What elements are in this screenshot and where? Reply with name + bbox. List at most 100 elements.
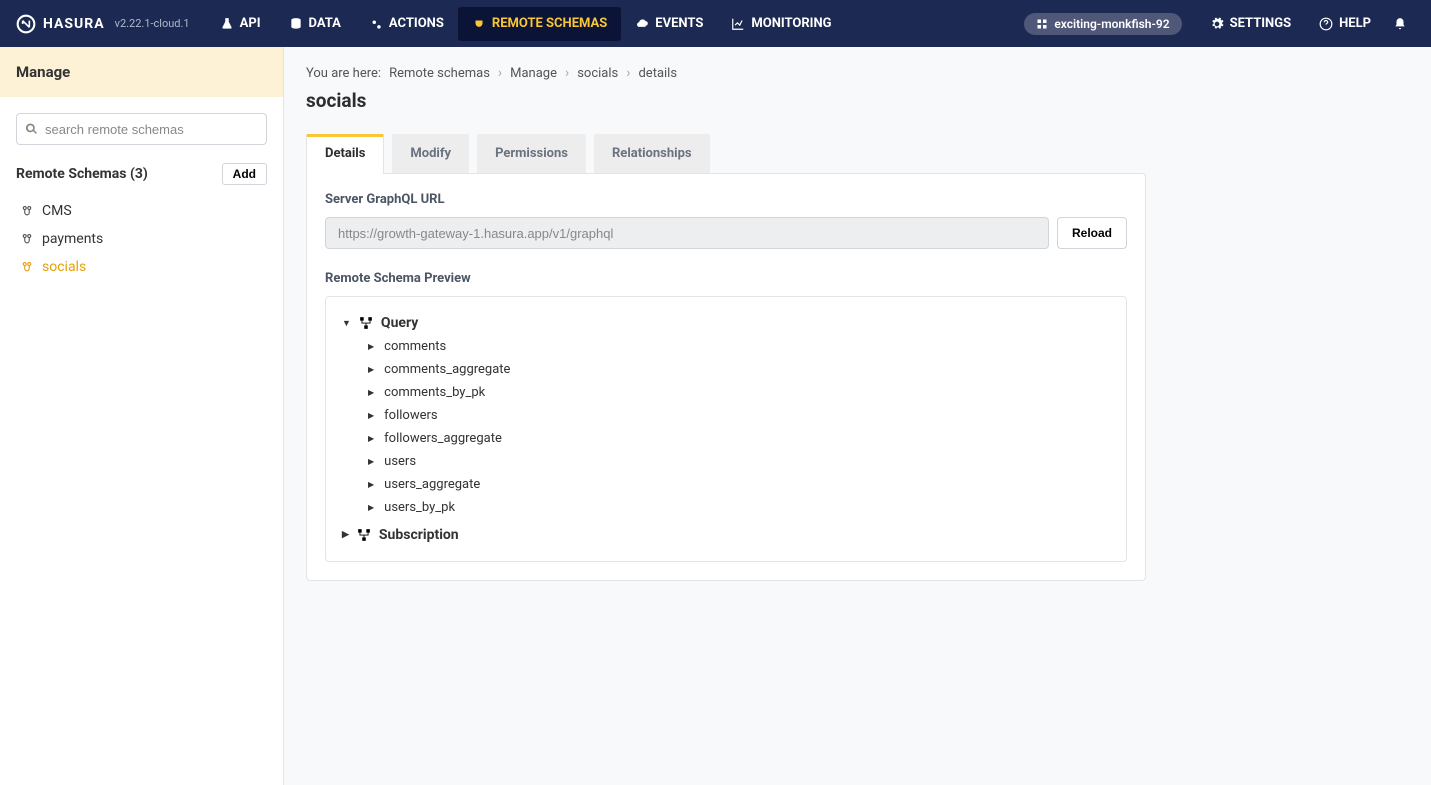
main-content: You are here: Remote schemas › Manage › …	[284, 47, 1431, 785]
search-input[interactable]	[16, 113, 267, 145]
tree-leaf-followers_aggregate[interactable]: ▶ followers_aggregate	[368, 427, 1110, 450]
sidebar-item-socials[interactable]: socials	[16, 253, 267, 281]
url-section-label: Server GraphQL URL	[325, 192, 1127, 207]
caret-icon: ▶	[368, 503, 374, 512]
branch-icon	[22, 205, 32, 217]
schema-tree: ▼ Query ▶ comments ▶ comments_aggregate ▶ comme…	[342, 311, 1110, 547]
breadcrumb-remote-schemas[interactable]: Remote schemas	[389, 66, 490, 81]
schemas-count-label: Remote Schemas (3)	[16, 166, 148, 182]
page-title: socials	[306, 89, 1409, 112]
type-icon	[359, 316, 373, 330]
sidebar-title: Manage	[16, 63, 267, 81]
tree-root-label: Subscription	[379, 527, 459, 543]
nav-help[interactable]: HELP	[1305, 7, 1385, 41]
breadcrumb-prefix: You are here:	[306, 66, 381, 81]
caret-icon: ▶	[368, 411, 374, 420]
reload-button[interactable]: Reload	[1057, 217, 1127, 249]
sidebar-header: Manage	[0, 47, 283, 97]
flask-icon	[220, 17, 234, 31]
tab-details[interactable]: Details	[306, 134, 384, 174]
tree-root-subscription[interactable]: ▶ Subscription	[342, 527, 1110, 543]
nav-monitoring[interactable]: MONITORING	[717, 7, 845, 41]
tree-leaf-comments_aggregate[interactable]: ▶ comments_aggregate	[368, 358, 1110, 381]
tree-leaf-label: comments	[384, 339, 446, 354]
question-icon	[1319, 17, 1333, 31]
search-icon	[25, 123, 38, 136]
breadcrumb-socials[interactable]: socials	[577, 66, 618, 81]
type-icon	[357, 528, 371, 542]
nav-settings[interactable]: SETTINGS	[1196, 7, 1306, 41]
sidebar: Manage Remote Schemas (3) Add CMS payment…	[0, 47, 284, 785]
sidebar-item-label: payments	[42, 231, 103, 247]
caret-icon: ▶	[368, 365, 374, 374]
add-schema-button[interactable]: Add	[222, 163, 267, 185]
schema-preview-box: ▼ Query ▶ comments ▶ comments_aggregate ▶ comme…	[325, 296, 1127, 562]
branch-icon	[22, 261, 32, 273]
tree-root-label: Query	[381, 315, 418, 331]
nav-items: API DATA ACTIONS REMOTE SCHEMAS EVENTS M…	[206, 7, 846, 41]
tree-leaf-comments_by_pk[interactable]: ▶ comments_by_pk	[368, 381, 1110, 404]
caret-icon: ▶	[368, 342, 374, 351]
breadcrumb-manage[interactable]: Manage	[510, 66, 557, 81]
chart-icon	[731, 17, 745, 31]
nav-actions[interactable]: ACTIONS	[355, 7, 458, 41]
branch-icon	[22, 233, 32, 245]
tabs-bar: DetailsModifyPermissionsRelationships	[306, 134, 1409, 173]
tree-leaf-label: followers	[384, 408, 437, 423]
schema-list: CMS payments socials	[16, 197, 267, 281]
sidebar-item-cms[interactable]: CMS	[16, 197, 267, 225]
plug-icon	[472, 17, 486, 31]
chevron-right-icon: ›	[498, 65, 502, 81]
tree-root-query[interactable]: ▼ Query	[342, 315, 1110, 331]
hasura-logo-icon	[16, 14, 36, 34]
sidebar-item-payments[interactable]: payments	[16, 225, 267, 253]
sidebar-item-label: CMS	[42, 203, 72, 219]
chevron-right-icon: ›	[565, 65, 569, 81]
nav-api[interactable]: API	[206, 7, 275, 41]
project-chip[interactable]: exciting-monkfish-92	[1024, 13, 1181, 35]
project-name: exciting-monkfish-92	[1054, 17, 1169, 31]
tree-leaf-users_aggregate[interactable]: ▶ users_aggregate	[368, 473, 1110, 496]
gear-icon	[1210, 17, 1224, 31]
tree-leaf-label: followers_aggregate	[384, 431, 502, 446]
breadcrumb: You are here: Remote schemas › Manage › …	[306, 65, 1409, 81]
tree-leaf-users_by_pk[interactable]: ▶ users_by_pk	[368, 496, 1110, 519]
tree-leaf-label: users	[384, 454, 416, 469]
caret-icon: ▶	[368, 434, 374, 443]
preview-section-label: Remote Schema Preview	[325, 271, 1127, 286]
cloud-icon	[635, 17, 649, 31]
tab-permissions[interactable]: Permissions	[477, 134, 586, 173]
details-card: Server GraphQL URL Reload Remote Schema …	[306, 173, 1146, 581]
tree-leaf-comments[interactable]: ▶ comments	[368, 335, 1110, 358]
caret-icon: ▶	[368, 388, 374, 397]
brand-logo-area[interactable]: HASURA	[16, 14, 105, 34]
grid-icon	[1036, 18, 1048, 30]
nav-data[interactable]: DATA	[275, 7, 355, 41]
tree-leaf-users[interactable]: ▶ users	[368, 450, 1110, 473]
chevron-right-icon: ›	[626, 65, 630, 81]
tree-leaf-label: comments_by_pk	[384, 385, 485, 400]
caret-icon: ▶	[368, 480, 374, 489]
tab-relationships[interactable]: Relationships	[594, 134, 710, 173]
tree-leaf-followers[interactable]: ▶ followers	[368, 404, 1110, 427]
graphql-url-field[interactable]	[325, 217, 1049, 249]
database-icon	[289, 17, 303, 31]
breadcrumb-details: details	[638, 66, 677, 81]
version-label: v2.22.1-cloud.1	[115, 17, 190, 30]
caret-icon: ▼	[342, 318, 351, 329]
brand-name: HASURA	[43, 16, 105, 32]
top-nav: HASURA v2.22.1-cloud.1 API DATA ACTIONS …	[0, 0, 1431, 47]
search-wrap	[16, 113, 267, 145]
tree-leaf-label: comments_aggregate	[384, 362, 510, 377]
cogs-icon	[369, 17, 383, 31]
nav-events[interactable]: EVENTS	[621, 7, 717, 41]
tree-leaf-label: users_by_pk	[384, 500, 455, 515]
caret-icon: ▶	[368, 457, 374, 466]
bell-icon	[1393, 17, 1407, 31]
sidebar-item-label: socials	[42, 259, 86, 275]
tree-leaf-label: users_aggregate	[384, 477, 480, 492]
tab-modify[interactable]: Modify	[392, 134, 469, 173]
nav-remote-schemas[interactable]: REMOTE SCHEMAS	[458, 7, 621, 41]
notifications-button[interactable]	[1385, 7, 1415, 41]
caret-icon: ▶	[342, 530, 349, 540]
